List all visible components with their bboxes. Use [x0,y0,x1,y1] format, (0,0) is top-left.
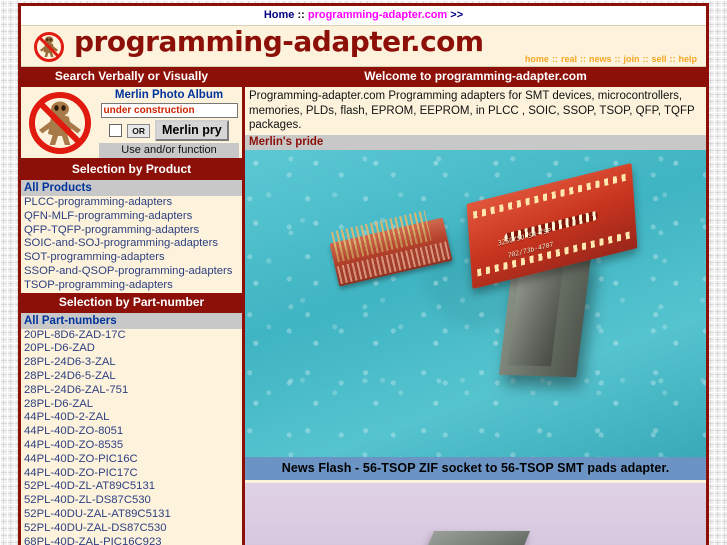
page-frame: Home :: programming-adapter.com >> progr… [18,3,709,545]
sidebar-item-qfn-mlf[interactable]: QFN-MLF-programming-adapters [21,210,242,224]
sidebar-item-plcc[interactable]: PLCC-programming-adapters [21,196,242,210]
list-item[interactable]: 20PL-D6-ZAD [21,342,242,356]
list-item[interactable]: 44PL-40D-ZO-8535 [21,439,242,453]
and-or-checkbox[interactable] [109,124,123,137]
nav-sep-3: :: [614,54,621,64]
sidebar: Search Verbally or Visually Merlin Photo… [21,67,245,545]
sidebar-item-all-products[interactable]: All Products [21,180,242,196]
zif-socket-adapter: 32SO/SO-SM-TSP 702/73b-4707 [466,162,652,384]
list-item[interactable]: 44PL-40D-ZO-PIC17C [21,467,242,481]
merlins-pride-bar: Merlin's pride [245,134,706,150]
partnumber-list: 20PL-8D6-ZAD-17C 20PL-D6-ZAD 28PL-24D6-3… [21,329,242,545]
breadcrumb-arrow: >> [450,9,464,21]
nav-sep-2: :: [579,54,586,64]
sidebar-item-soic-soj[interactable]: SOIC-and-SOJ-programming-adapters [21,237,242,251]
main-content: Welcome to programming-adapter.com Progr… [245,67,706,545]
list-item[interactable]: 20PL-8D6-ZAD-17C [21,329,242,343]
search-function-note: Use and/or function [99,143,239,158]
body-columns: Search Verbally or Visually Merlin Photo… [21,67,706,545]
chip-lid [421,530,530,545]
top-nav-help[interactable]: help [678,54,697,64]
breadcrumb-home-link[interactable]: Home [264,9,295,21]
product-list: PLCC-programming-adapters QFN-MLF-progra… [21,196,242,293]
sidebar-item-sot[interactable]: SOT-programming-adapters [21,251,242,265]
partnumber-section-header: Selection by Part-number [21,292,242,313]
list-item[interactable]: 52PL-40DU-ZAL-DS87C530 [21,522,242,536]
top-nav-news[interactable]: news [589,54,612,64]
product-photo-lower [245,479,706,545]
list-item[interactable]: 52PL-40DU-ZAL-AT89C5131 [21,508,242,522]
top-nav: home:: real:: news:: join:: sell:: help [524,54,698,64]
nav-sep-5: :: [669,54,676,64]
list-item[interactable]: 28PL-24D6-3-ZAL [21,356,242,370]
no-merlin-icon [21,87,99,158]
breadcrumb-separator: :: [297,9,305,21]
product-photo-main: 32SO/SO-SM-TSP 702/73b-4707 [245,149,706,457]
list-item[interactable]: 28PL-D6-ZAL [21,398,242,412]
list-item[interactable]: 52PL-40D-ZL-AT89C5131 [21,480,242,494]
or-label: OR [127,123,150,138]
top-nav-sell[interactable]: sell [651,54,666,64]
sidebar-item-qfp-tqfp[interactable]: QFP-TQFP-programming-adapters [21,224,242,238]
tsop-chip [421,530,530,545]
sidebar-item-all-part-numbers[interactable]: All Part-numbers [21,312,242,329]
product-section-header: Selection by Product [21,160,242,180]
list-item[interactable]: 44PL-40D-ZO-8051 [21,425,242,439]
merlin-photo-album-title: Merlin Photo Album [114,89,224,101]
nav-sep-4: :: [642,54,649,64]
sidebar-item-ssop-qsop[interactable]: SSOP-and-QSOP-programming-adapters [21,265,242,279]
nav-sep-1: :: [551,54,558,64]
no-waiting-icon [33,31,65,63]
list-item[interactable]: 44PL-40D-2-ZAL [21,411,242,425]
list-item[interactable]: 28PL-24D6-ZAL-751 [21,384,242,398]
top-nav-real[interactable]: real [561,54,577,64]
top-nav-home[interactable]: home [525,54,549,64]
search-panel: Merlin Photo Album OR Merlin pry Use and… [21,87,242,160]
list-item[interactable]: 68PL-40D-ZAL-PIC16C923 [21,536,242,545]
list-item[interactable]: 52PL-40D-ZL-DS87C530 [21,494,242,508]
search-input[interactable] [100,103,238,118]
news-flash-banner: News Flash - 56-TSOP ZIF socket to 56-TS… [245,456,706,480]
intro-text: Programming-adapter.com Programming adap… [245,87,706,135]
list-item[interactable]: 44PL-40D-ZO-PIC16C [21,453,242,467]
breadcrumb: Home :: programming-adapter.com >> [21,6,706,25]
sidebar-item-tsop[interactable]: TSOP-programming-adapters [21,279,242,293]
welcome-header: Welcome to programming-adapter.com [245,67,706,87]
breadcrumb-site-link[interactable]: programming-adapter.com [308,9,447,21]
search-section-header: Search Verbally or Visually [21,67,242,87]
list-item[interactable]: 28PL-24D6-5-ZAL [21,370,242,384]
page-title: programming-adapter.com [74,25,484,58]
top-nav-join[interactable]: join [623,54,639,64]
masthead: programming-adapter.com home:: real:: news… [21,25,706,67]
merlin-pry-button[interactable]: Merlin pry [155,120,229,141]
search-controls-area: Merlin Photo Album OR Merlin pry Use and… [99,87,242,158]
search-options: OR Merlin pry [99,120,239,141]
